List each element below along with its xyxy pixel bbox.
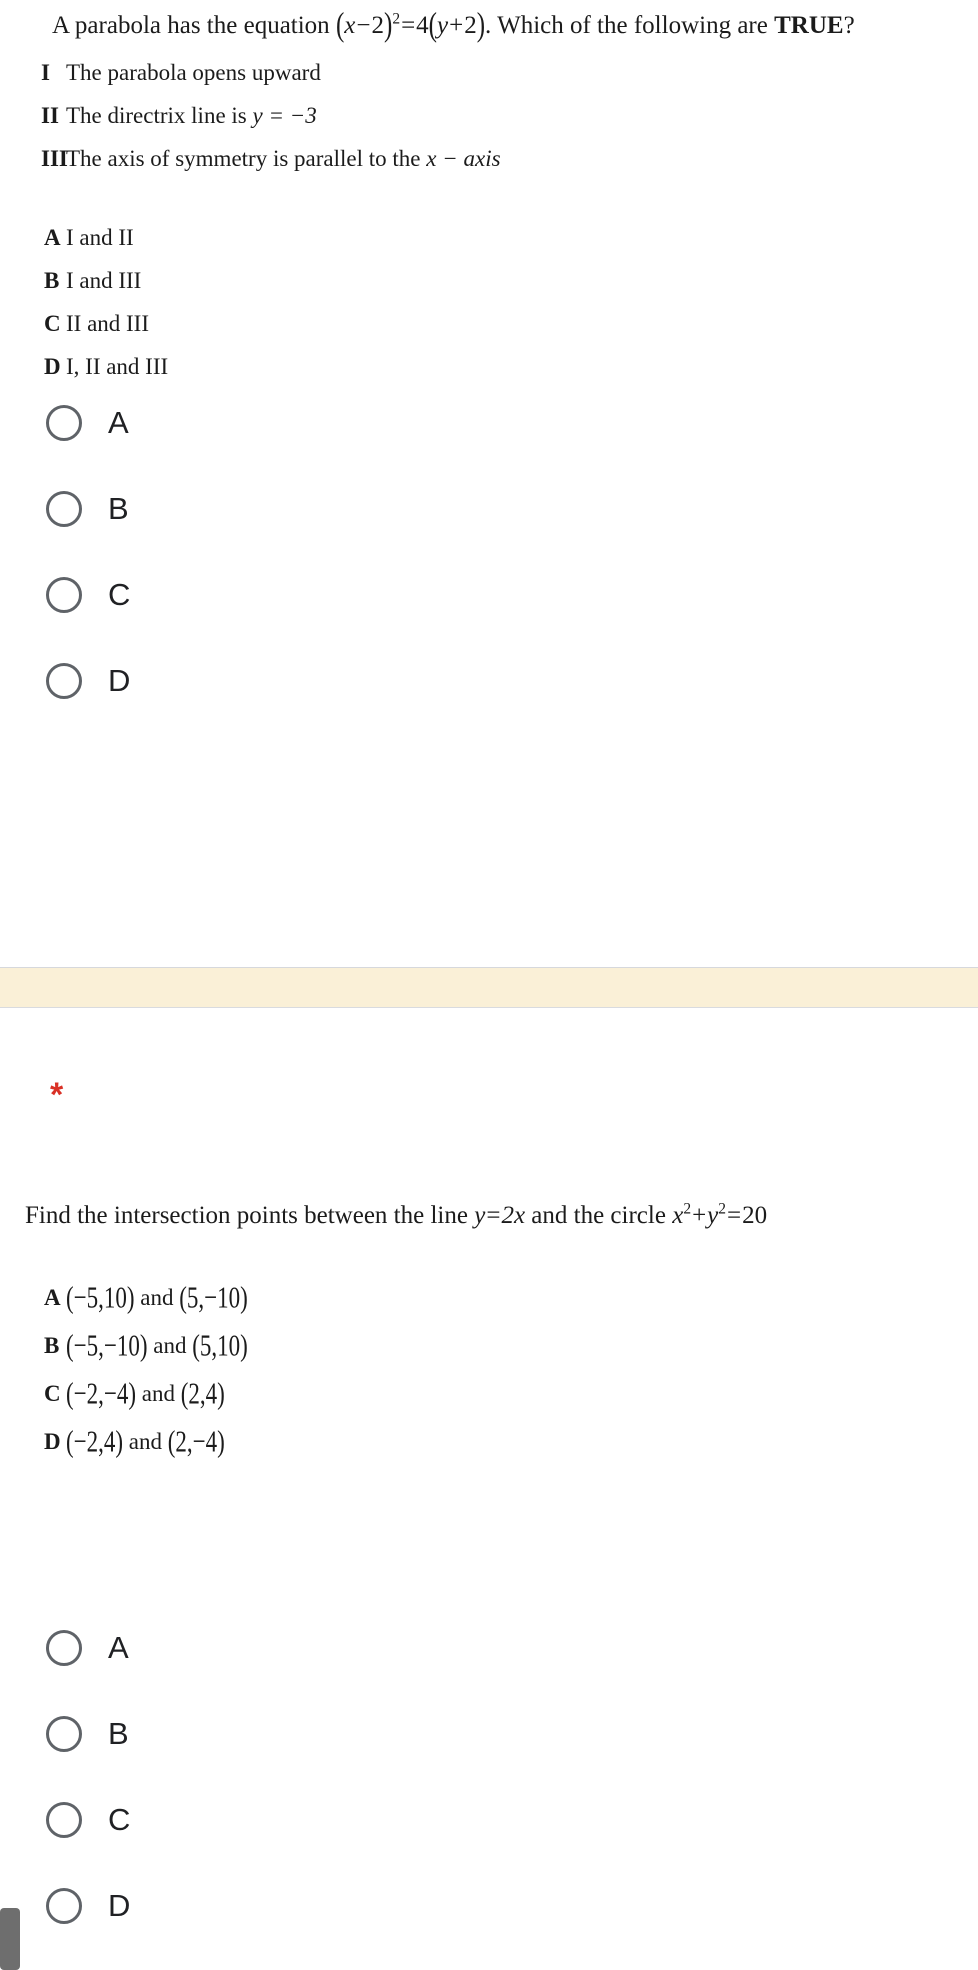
q1-stem-equation: (x−2)2=4(y+2)	[335, 7, 486, 44]
required-asterisk: *	[50, 1076, 64, 1114]
radio-circle-icon[interactable]	[46, 1716, 82, 1752]
q2-stem-lead: Find the intersection points between the…	[25, 1202, 475, 1229]
choice-b-label: B	[44, 268, 60, 293]
choice-row-b: B I and III	[0, 268, 978, 294]
radio-option-label: A	[108, 1630, 129, 1665]
radio-circle-icon[interactable]	[46, 405, 82, 441]
statement-2-text: The directrix line is y = −3	[66, 103, 317, 128]
choice-row-c: C (−2,−4) and (2,4)	[0, 1376, 978, 1411]
radio-circle-icon[interactable]	[46, 663, 82, 699]
choice-row-a: A I and II	[0, 225, 978, 251]
question-1-choice-list: A I and II B I and III C II and III D I,…	[0, 225, 978, 380]
statement-3-math: x − axis	[426, 146, 501, 171]
radio-option-label: B	[108, 1716, 129, 1751]
q1-stem-true-emphasis: TRUE	[774, 12, 844, 39]
question-2-options[interactable]: A B C D	[0, 1605, 978, 1949]
statement-3-text: The axis of symmetry is parallel to the …	[66, 146, 501, 171]
choice-row-b: B (−5,−10) and (5,10)	[0, 1328, 978, 1363]
q1-stem-tail: . Which of the following are	[485, 12, 775, 39]
question-1-radio-group[interactable]: A B C D	[0, 380, 978, 724]
choice-a-label: A	[44, 225, 61, 250]
choice-d-text: I, II and III	[66, 354, 169, 379]
q2-line-equation: y=2x	[474, 1202, 526, 1229]
q2-stem-mid: and the circle	[525, 1202, 673, 1229]
question-1-stem: A parabola has the equation (x−2)2=4(y+2…	[52, 7, 855, 44]
choice-row-c: C II and III	[0, 311, 978, 337]
statement-row-2: II The directrix line is y = −3	[0, 103, 978, 129]
radio-circle-icon[interactable]	[46, 1888, 82, 1924]
choice-d-label: D	[44, 354, 61, 379]
choice-a-label: A	[44, 1285, 61, 1310]
question-2-stem: Find the intersection points between the…	[25, 1200, 767, 1231]
q1-stem-lead: A parabola has the equation	[52, 12, 336, 39]
choice-d-text: (−2,4) and (2,−4)	[66, 1424, 225, 1459]
choice-a-text: (−5,10) and (5,−10)	[66, 1280, 248, 1315]
radio-option-label: B	[108, 491, 129, 526]
vertical-scrollbar-thumb[interactable]	[0, 1908, 20, 1970]
choice-row-a: A (−5,10) and (5,−10)	[0, 1280, 978, 1315]
choice-c-label: C	[44, 1381, 61, 1406]
radio-circle-icon[interactable]	[46, 1802, 82, 1838]
statement-1-text: The parabola opens upward	[66, 60, 321, 85]
choice-b-label: B	[44, 1333, 60, 1358]
choice-a-text: I and II	[66, 225, 134, 250]
statement-row-1: I The parabola opens upward	[0, 60, 978, 86]
radio-option-q1-b[interactable]: B	[0, 466, 978, 552]
question-2-choice-list: A (−5,10) and (5,−10) B (−5,−10) and (5,…	[0, 1280, 978, 1459]
radio-option-label: C	[108, 577, 131, 612]
radio-option-q2-c[interactable]: C	[0, 1777, 978, 1863]
q2-circle-equation: x2+y2=20	[672, 1200, 768, 1229]
q1-stem-question-mark: ?	[843, 12, 855, 39]
statement-2-label: II	[41, 103, 59, 128]
choice-row-d: D (−2,4) and (2,−4)	[0, 1424, 978, 1459]
radio-option-label: A	[108, 405, 129, 440]
statement-3-label: III	[41, 146, 68, 171]
radio-option-label: D	[108, 1888, 131, 1923]
choice-c-text: II and III	[66, 311, 150, 336]
radio-option-q1-d[interactable]: D	[0, 638, 978, 724]
choice-b-text: I and III	[66, 268, 142, 293]
radio-option-q2-b[interactable]: B	[0, 1691, 978, 1777]
choice-c-label: C	[44, 311, 61, 336]
radio-option-label: D	[108, 663, 131, 698]
section-divider-band	[0, 967, 978, 1008]
radio-option-label: C	[108, 1802, 131, 1837]
choice-row-d: D I, II and III	[0, 354, 978, 380]
choice-b-text: (−5,−10) and (5,10)	[66, 1328, 248, 1363]
radio-circle-icon[interactable]	[46, 1630, 82, 1666]
radio-option-q2-a[interactable]: A	[0, 1605, 978, 1691]
radio-option-q1-c[interactable]: C	[0, 552, 978, 638]
choice-c-text: (−2,−4) and (2,4)	[66, 1376, 225, 1411]
choice-d-label: D	[44, 1429, 61, 1454]
radio-circle-icon[interactable]	[46, 577, 82, 613]
statement-2-math: y = −3	[252, 103, 317, 128]
question-1-statements: I The parabola opens upward II The direc…	[0, 60, 978, 172]
radio-option-q1-a[interactable]: A	[0, 380, 978, 466]
radio-circle-icon[interactable]	[46, 491, 82, 527]
statement-row-3: III The axis of symmetry is parallel to …	[0, 146, 978, 172]
statement-1-label: I	[41, 60, 50, 85]
radio-option-q2-d[interactable]: D	[0, 1863, 978, 1949]
